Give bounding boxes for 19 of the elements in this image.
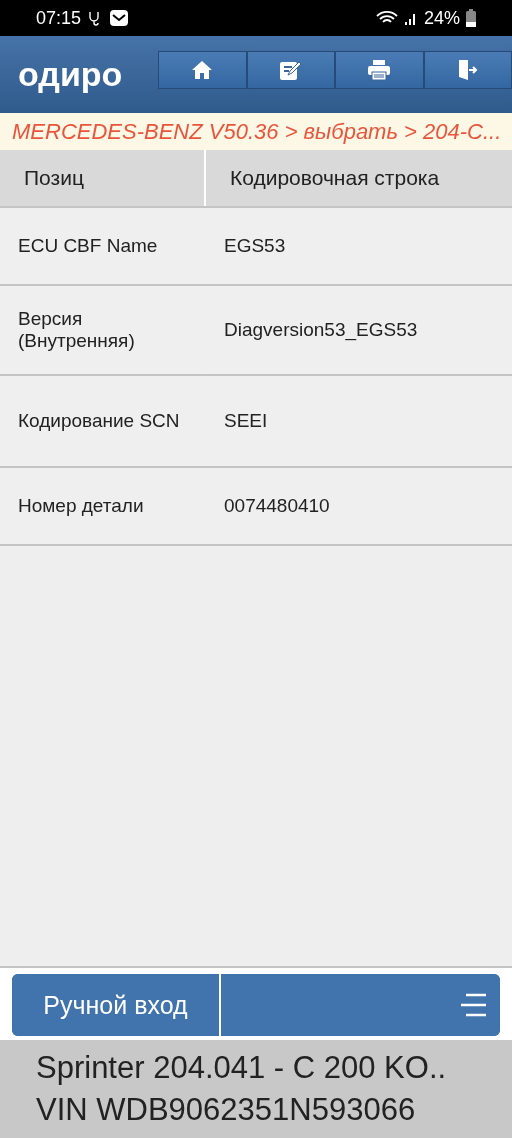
column-header: Кодировочная строка — [206, 150, 512, 206]
vin-number: VIN WDB9062351N593066 — [36, 1091, 417, 1129]
mail-icon — [109, 9, 130, 27]
edit-button[interactable] — [246, 50, 335, 89]
breadcrumb: MERCEDES-BENZ V50.36 > выбрать > 204-C... — [0, 113, 512, 150]
home-icon — [191, 59, 214, 80]
menu-icon — [460, 993, 488, 1017]
battery-icon — [466, 9, 476, 27]
print-button[interactable] — [335, 50, 424, 89]
battery-percent: 24% — [423, 7, 460, 29]
manual-input-button[interactable]: Ручной вход — [12, 974, 221, 1036]
home-button[interactable] — [158, 50, 247, 89]
app-logo: одиро — [18, 55, 124, 94]
column-header: Позиц — [0, 150, 204, 206]
exit-door-icon — [456, 58, 479, 81]
printer-icon — [367, 58, 392, 81]
vehicle-model: Sprinter 204.041 - C 200 KO.. — [36, 1049, 448, 1087]
exit-button[interactable] — [423, 50, 512, 89]
status-time: 07:15 — [36, 7, 82, 29]
